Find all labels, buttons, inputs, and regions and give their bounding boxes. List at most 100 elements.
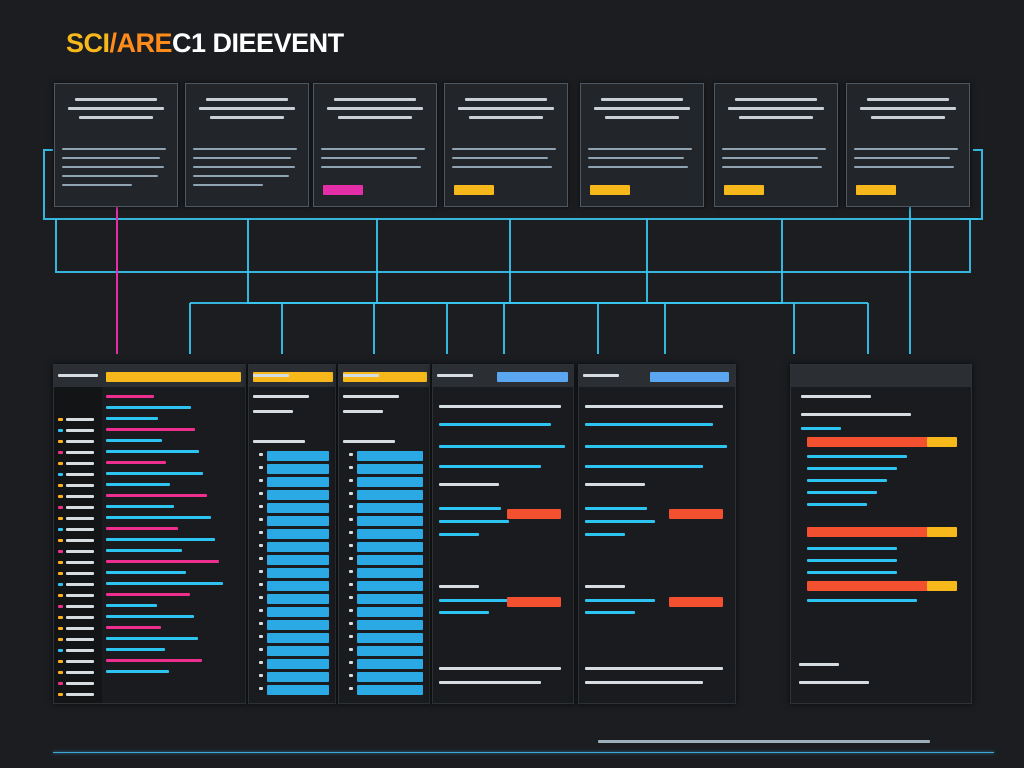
list-item-bar[interactable] (357, 633, 423, 643)
panel-header-bar (650, 372, 730, 382)
list-item-bar[interactable] (267, 542, 329, 552)
list-item-icon (349, 609, 353, 612)
status-badge (856, 185, 896, 195)
list-item-bar[interactable] (357, 620, 423, 630)
list-item-bar[interactable] (357, 646, 423, 656)
text-line (585, 599, 655, 602)
list-item-bar[interactable] (357, 594, 423, 604)
list-item-bar[interactable] (267, 451, 329, 461)
list-item-icon (259, 505, 263, 508)
list-item-bar[interactable] (357, 490, 423, 500)
list-item-icon (349, 544, 353, 547)
text-line (439, 507, 501, 510)
text-line (807, 559, 897, 562)
list-item-bar[interactable] (357, 451, 423, 461)
list-item-bar[interactable] (267, 529, 329, 539)
list-item-bar[interactable] (267, 581, 329, 591)
list-item-icon (349, 661, 353, 664)
sidebar-icon (58, 627, 63, 630)
list-item-bar[interactable] (357, 529, 423, 539)
text-line (439, 533, 479, 536)
list-item-bar[interactable] (357, 685, 423, 695)
sidebar-item (66, 506, 94, 509)
list-item-bar[interactable] (267, 646, 329, 656)
panel-header-label (437, 374, 473, 377)
list-item-bar[interactable] (267, 685, 329, 695)
list-item-bar[interactable] (357, 464, 423, 474)
text-line (439, 445, 565, 448)
status-badge (454, 185, 494, 195)
list-item-icon (259, 596, 263, 599)
list-item-bar[interactable] (267, 503, 329, 513)
list-item-bar[interactable] (357, 542, 423, 552)
list-item-icon (349, 518, 353, 521)
list-item-bar[interactable] (267, 594, 329, 604)
list-item-bar[interactable] (267, 672, 329, 682)
sidebar-item (66, 440, 94, 443)
sidebar-item (66, 451, 94, 454)
list-item (106, 417, 158, 420)
text-line (585, 520, 655, 523)
progress-handle[interactable] (927, 527, 957, 537)
action-button[interactable] (507, 509, 561, 519)
list-item (106, 439, 162, 442)
list-item-bar[interactable] (267, 620, 329, 630)
text-line (801, 413, 911, 416)
list-item-icon (259, 544, 263, 547)
text-line (807, 467, 897, 470)
list-item-icon (349, 648, 353, 651)
text-line (439, 681, 541, 684)
list-item-bar[interactable] (267, 464, 329, 474)
list-item (106, 637, 198, 640)
list-item-bar[interactable] (267, 607, 329, 617)
list-item-bar[interactable] (357, 503, 423, 513)
sidebar-icon (58, 616, 63, 619)
list-item-bar[interactable] (267, 555, 329, 565)
list-item-icon (349, 557, 353, 560)
progress-handle[interactable] (927, 437, 957, 447)
list-item-icon (349, 453, 353, 456)
text-line (585, 445, 727, 448)
progress-bar[interactable] (807, 581, 941, 591)
text-line (585, 483, 645, 486)
progress-bar[interactable] (807, 527, 941, 537)
list-item-bar[interactable] (357, 672, 423, 682)
sidebar-icon (58, 528, 63, 531)
list-item (106, 549, 182, 552)
text-line (801, 395, 871, 398)
list-item-bar[interactable] (357, 568, 423, 578)
sidebar-item (66, 682, 94, 685)
text-line (585, 405, 723, 408)
stage-card (580, 83, 704, 207)
list-item-bar[interactable] (357, 555, 423, 565)
list-item-bar[interactable] (267, 633, 329, 643)
progress-bar[interactable] (807, 437, 941, 447)
list-item-bar[interactable] (357, 477, 423, 487)
list-item-bar[interactable] (357, 607, 423, 617)
action-button[interactable] (669, 509, 723, 519)
text-line (799, 681, 869, 684)
text-line (807, 455, 907, 458)
text-line (799, 663, 839, 666)
list-item-icon (259, 531, 263, 534)
progress-handle[interactable] (927, 581, 957, 591)
action-button[interactable] (507, 597, 561, 607)
list-item-bar[interactable] (357, 581, 423, 591)
action-button[interactable] (669, 597, 723, 607)
sidebar-item (66, 660, 94, 663)
text-line (585, 585, 625, 588)
list-item-bar[interactable] (357, 516, 423, 526)
list-item-bar[interactable] (267, 516, 329, 526)
list-item-bar[interactable] (267, 659, 329, 669)
panel-header-bar (872, 372, 964, 382)
list-item-bar[interactable] (267, 568, 329, 578)
text-line (807, 479, 887, 482)
list-item-bar[interactable] (267, 477, 329, 487)
item-list-panel (248, 364, 336, 704)
list-item-icon (259, 453, 263, 456)
text-line (807, 503, 867, 506)
sidebar-item (66, 693, 94, 696)
sidebar-item (66, 517, 94, 520)
list-item-bar[interactable] (357, 659, 423, 669)
list-item-bar[interactable] (267, 490, 329, 500)
